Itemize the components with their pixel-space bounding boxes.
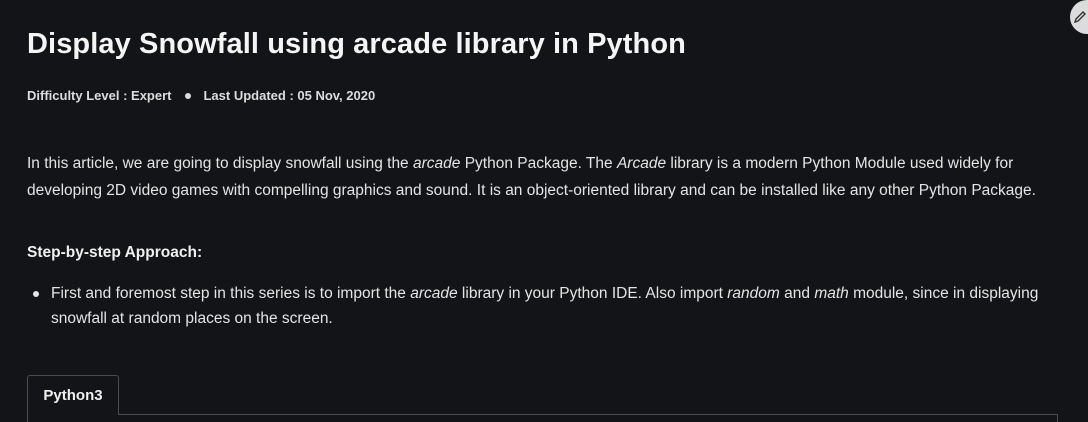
step-em-arcade: arcade — [410, 285, 458, 302]
step-text-2: library in your Python IDE. Also import — [457, 285, 728, 302]
step-text-1: First and foremost step in this series i… — [51, 285, 411, 302]
intro-paragraph: In this article, we are going to display… — [27, 150, 1067, 204]
tab-python3[interactable]: Python3 — [27, 375, 119, 415]
list-item: First and foremost step in this series i… — [27, 281, 1067, 331]
meta-separator-dot — [185, 92, 192, 99]
bullet-icon — [33, 291, 39, 297]
page-title: Display Snowfall using arcade library in… — [27, 28, 686, 60]
intro-em-arcade-cap: Arcade — [616, 155, 667, 172]
step-text-3: and — [779, 285, 815, 302]
code-panel — [27, 414, 1058, 422]
intro-text-1: In this article, we are going to display… — [27, 155, 413, 172]
pencil-glyph-icon — [1073, 11, 1086, 24]
intro-text-2: Python Package. The — [460, 155, 617, 172]
edit-pencil-icon[interactable] — [1070, 0, 1088, 34]
difficulty-level: Difficulty Level : Expert — [27, 88, 172, 103]
step-em-random: random — [727, 285, 780, 302]
last-updated: Last Updated : 05 Nov, 2020 — [203, 88, 376, 103]
step-em-math: math — [814, 285, 849, 302]
code-tabs: Python3 — [27, 375, 1058, 422]
section-heading: Step-by-step Approach: — [27, 244, 203, 261]
intro-em-arcade: arcade — [413, 155, 461, 172]
article-meta: Difficulty Level : Expert Last Updated :… — [27, 88, 375, 103]
steps-list: First and foremost step in this series i… — [27, 281, 1067, 331]
article-page: Display Snowfall using arcade library in… — [0, 0, 1088, 422]
